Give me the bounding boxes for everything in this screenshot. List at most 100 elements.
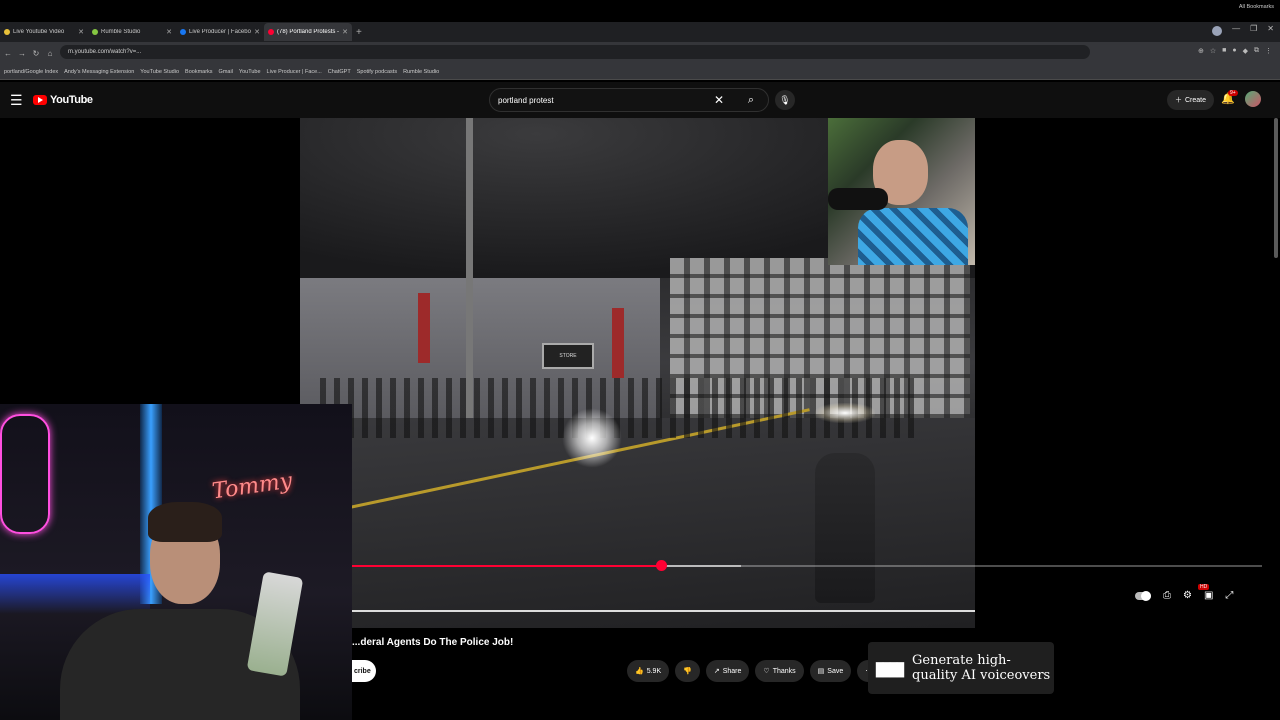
tab-favicon-icon <box>268 29 274 35</box>
miniplayer-icon[interactable]: ▣ <box>1204 590 1213 601</box>
new-tab-icon[interactable]: + <box>356 27 362 38</box>
browser-tab[interactable]: Live Youtube Video ✕ <box>0 23 88 41</box>
bookmark-item[interactable]: Rumble Studio <box>403 69 439 75</box>
bookmark-item[interactable]: Andy's Messaging Extension <box>64 69 134 75</box>
microphone <box>828 188 888 210</box>
like-button[interactable]: 👍 5.9K <box>627 660 670 682</box>
search-box[interactable]: portland protest ✕ ⌕ <box>489 88 769 112</box>
save-label: Save <box>827 667 844 675</box>
neon-blue-glow <box>0 574 150 614</box>
red-stripe <box>418 293 430 363</box>
subscribe-button[interactable]: cribe <box>352 660 376 682</box>
tab-close-icon[interactable]: ✕ <box>254 28 260 36</box>
tab-close-icon[interactable]: ✕ <box>342 28 348 36</box>
ad-text: Generate high-quality AI voiceovers <box>912 653 1051 683</box>
tab-title: (78) Portland Protests - You <box>277 29 340 35</box>
thumbs-up-icon: 👍 <box>635 668 644 675</box>
address-bar-row: ← → ↻ ⌂ m.youtube.com/watch?v=... ⊕ ☆ ■ … <box>0 42 1280 64</box>
tab-close-icon[interactable]: ✕ <box>166 28 172 36</box>
tab-close-icon[interactable]: ✕ <box>78 28 84 36</box>
puzzle-icon[interactable]: ⧉ <box>1254 47 1259 55</box>
fullscreen-icon[interactable]: ⤢ <box>1225 590 1233 601</box>
create-label: Create <box>1185 96 1207 104</box>
youtube-header: ☰ YouTube portland protest ✕ ⌕ 🎙 ＋ Creat… <box>0 82 1280 118</box>
bookmarks-bar: portland/Google Index Andy's Messaging Ex… <box>0 64 1280 80</box>
bookmark-item[interactable]: Live Producer | Face... <box>267 69 322 75</box>
dislike-button[interactable]: 👎 <box>675 660 700 682</box>
share-label: Share <box>722 667 742 675</box>
video-title: ...deral Agents Do The Police Job! <box>352 637 514 648</box>
thanks-button[interactable]: ♡ Thanks <box>755 660 804 682</box>
neon-pink-sign <box>0 414 50 534</box>
tab-title: Live Youtube Video <box>13 29 65 35</box>
tab-favicon-icon <box>92 29 98 35</box>
clear-search-icon[interactable]: ✕ <box>714 93 724 107</box>
streamer-hair <box>148 502 222 542</box>
bookmark-item[interactable]: Spotify podcasts <box>357 69 397 75</box>
search-icon[interactable]: ⌕ <box>734 89 768 111</box>
browser-tab[interactable]: Live Producer | Facebook ✕ <box>176 23 264 41</box>
neon-name-sign: Tommy <box>210 468 294 505</box>
share-icon: ↗ <box>713 668 720 675</box>
tab-title: Rumble Studio <box>101 29 141 35</box>
browser-tab[interactable]: Rumble Studio ✕ <box>88 23 176 41</box>
captions-icon[interactable]: ⎙ <box>1163 590 1171 601</box>
restore-icon[interactable]: ❐ <box>1250 24 1257 33</box>
home-icon[interactable]: ⌂ <box>44 49 56 58</box>
url-text: m.youtube.com/watch?v=... <box>68 49 142 55</box>
settings-icon[interactable]: ⚙ <box>1183 590 1192 601</box>
menu-icon[interactable]: ⋮ <box>1265 47 1272 55</box>
embedded-streamer-cam <box>828 118 975 265</box>
webcam-overlay: Tommy <box>0 404 352 720</box>
extension-icon[interactable]: ◆ <box>1243 47 1248 55</box>
minimize-icon[interactable]: — <box>1232 24 1240 33</box>
plaid-shirt <box>858 208 968 265</box>
save-button[interactable]: ▤ Save <box>809 660 852 682</box>
browser-tab[interactable]: (78) Portland Protests - You✕ <box>264 23 352 41</box>
tab-title: Live Producer | Facebook <box>189 29 252 35</box>
extension-icon[interactable]: ● <box>1232 47 1236 55</box>
autoplay-toggle[interactable] <box>1135 590 1151 601</box>
bookmark-item[interactable]: YouTube <box>239 69 261 75</box>
all-bookmarks[interactable]: All Bookmarks <box>1239 4 1274 10</box>
reload-icon[interactable]: ↻ <box>30 49 42 58</box>
bookmark-item[interactable]: Bookmarks <box>185 69 213 75</box>
star-icon[interactable]: ☆ <box>1210 47 1216 55</box>
tab-favicon-icon <box>4 29 10 35</box>
search-input[interactable]: portland protest <box>498 96 714 105</box>
url-field[interactable]: m.youtube.com/watch?v=... <box>60 45 1090 59</box>
waveform-icon: ▮▮▮▮ <box>874 657 906 680</box>
bookmark-item[interactable]: Gmail <box>219 69 233 75</box>
extension-icon[interactable]: ■ <box>1222 47 1226 55</box>
zoom-icon[interactable]: ⊕ <box>1198 47 1204 55</box>
create-button[interactable]: ＋ Create <box>1167 90 1215 110</box>
forward-icon[interactable]: → <box>16 49 28 58</box>
ad-banner[interactable]: ▮▮▮▮ Generate high-quality AI voiceovers <box>868 642 1054 694</box>
youtube-play-icon <box>33 95 47 105</box>
bookmark-item[interactable]: portland/Google Index <box>4 69 58 75</box>
menu-icon[interactable]: ☰ <box>10 92 23 109</box>
secondary-progress-bar <box>352 610 975 612</box>
tab-favicon-icon <box>180 29 186 35</box>
mic-icon[interactable]: 🎙 <box>775 90 795 110</box>
browser-profile-icon[interactable] <box>1212 26 1222 36</box>
youtube-logo[interactable]: YouTube <box>33 94 93 106</box>
like-count: 5.9K <box>646 667 662 675</box>
notification-badge: 9+ <box>1228 90 1238 96</box>
avatar[interactable] <box>1245 91 1261 107</box>
thumbs-down-icon: 👎 <box>683 668 692 675</box>
hd-badge: HD <box>1198 584 1210 590</box>
store-sign: STORE <box>542 343 594 369</box>
back-icon[interactable]: ← <box>2 49 14 58</box>
progress-played <box>352 565 662 567</box>
thanks-label: Thanks <box>772 667 796 675</box>
youtube-logo-text: YouTube <box>50 94 93 106</box>
progress-buffered <box>661 565 741 567</box>
page-scrollbar[interactable] <box>1274 118 1278 258</box>
flash-explosion <box>562 408 622 468</box>
close-window-icon[interactable]: ✕ <box>1267 24 1274 33</box>
window-controls: — ❐ ✕ <box>1232 24 1274 33</box>
bookmark-item[interactable]: ChatGPT <box>328 69 351 75</box>
bookmark-item[interactable]: YouTube Studio <box>140 69 179 75</box>
share-button[interactable]: ↗ Share <box>705 660 750 682</box>
